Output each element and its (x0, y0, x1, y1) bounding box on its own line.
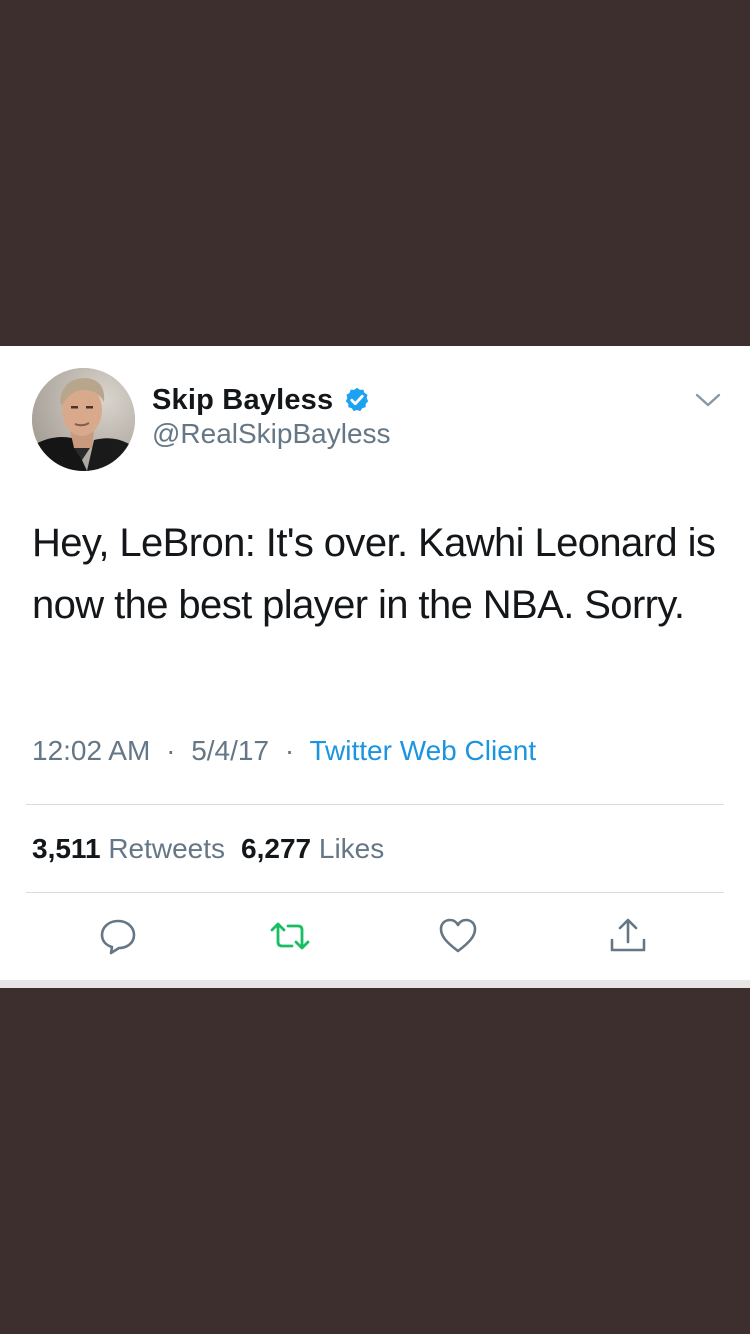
author-display-name[interactable]: Skip Bayless (152, 384, 333, 417)
reply-button[interactable] (98, 916, 138, 956)
tweet-card: Skip Bayless @RealSkipBayless Hey, LeBro… (0, 346, 750, 980)
avatar[interactable] (32, 368, 135, 471)
retweet-icon (268, 916, 310, 956)
author-handle[interactable]: @RealSkipBayless (152, 418, 391, 450)
avatar-photo (32, 368, 135, 471)
share-icon (608, 916, 648, 956)
like-button[interactable] (438, 916, 478, 956)
tweet-source-link[interactable]: Twitter Web Client (309, 735, 536, 766)
retweets-label: Retweets (108, 833, 226, 864)
tweet-text: Hey, LeBron: It's over. Kawhi Leonard is… (32, 521, 716, 627)
likes-stat[interactable]: 6,277 Likes (241, 833, 384, 864)
retweet-button[interactable] (268, 916, 310, 956)
share-button[interactable] (608, 916, 648, 956)
retweets-count: 3,511 (32, 833, 101, 864)
meta-separator: · (166, 735, 176, 766)
tweet-time: 12:02 AM (32, 735, 151, 766)
reply-icon (98, 916, 138, 956)
tweet-actions (0, 916, 750, 956)
divider (26, 804, 724, 805)
likes-label: Likes (318, 833, 385, 864)
tweet-date: 5/4/17 (191, 735, 270, 766)
likes-count: 6,277 (241, 833, 312, 864)
tweet-stats: 3,511 Retweets 6,277 Likes (32, 833, 384, 865)
card-bottom-edge (0, 980, 750, 988)
verified-badge-icon (343, 386, 371, 414)
divider (26, 892, 724, 893)
heart-icon (438, 916, 478, 956)
tweet-meta: 12:02 AM · 5/4/17 · Twitter Web Client (32, 735, 536, 767)
meta-separator: · (284, 735, 295, 766)
author-name-row: Skip Bayless (152, 380, 371, 420)
screenshot-page: Skip Bayless @RealSkipBayless Hey, LeBro… (0, 0, 750, 1334)
retweets-stat[interactable]: 3,511 Retweets (32, 833, 225, 864)
chevron-down-icon[interactable] (694, 390, 722, 410)
